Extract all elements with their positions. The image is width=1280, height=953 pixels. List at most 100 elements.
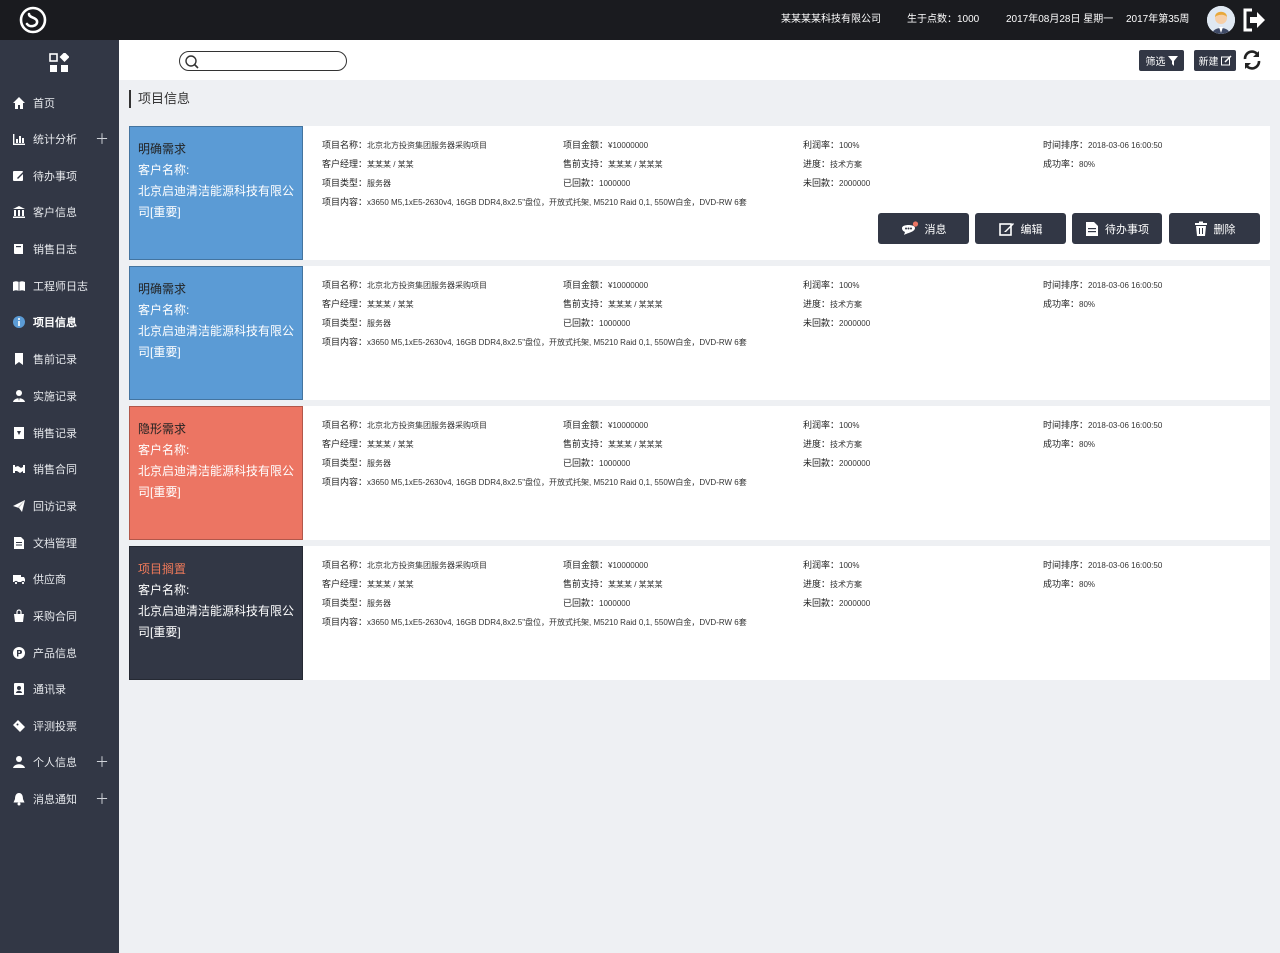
field-progress: 进度：技术方案: [803, 437, 862, 450]
sidebar-item-20[interactable]: 消息通知 ＋: [0, 784, 119, 814]
delete-button[interactable]: 删除: [1169, 213, 1260, 244]
project-card[interactable]: 明确需求 客户名称: 北京启迪清洁能源科技有限公司[重要] 项目名称：北京北方投资集团…: [129, 126, 1270, 260]
field-label: 时间排序：: [1043, 280, 1089, 290]
field-unreceived: 未回款：2000000: [803, 456, 870, 469]
customer-name: 北京启迪清洁能源科技有限公司[重要]: [138, 324, 295, 359]
field-value: 2000000: [839, 599, 871, 608]
field-value: 技术方案: [830, 580, 863, 589]
field-label: 项目内容：: [322, 617, 368, 627]
points-text: 生于点数：1000: [907, 14, 980, 25]
field-time: 时间排序：2018-03-06 16:00:50: [1043, 418, 1162, 431]
todo-button[interactable]: 待办事项: [1072, 213, 1162, 244]
sidebar-item-16[interactable]: 产品信息: [0, 638, 119, 668]
sidebar-item-11[interactable]: 销售合同: [0, 454, 119, 484]
project-card[interactable]: 隐形需求 客户名称: 北京启迪清洁能源科技有限公司[重要] 项目名称：北京北方投资集团…: [129, 406, 1270, 540]
refresh-icon[interactable]: [1241, 49, 1263, 71]
card-status-panel[interactable]: 明确需求 客户名称: 北京启迪清洁能源科技有限公司[重要]: [129, 126, 303, 260]
field-value: 1000000: [599, 319, 631, 328]
sidebar-item-3[interactable]: 待办事项: [0, 161, 119, 191]
field-value: ¥10000000: [608, 281, 649, 290]
filter-button[interactable]: 筛选: [1139, 50, 1184, 71]
card-status-panel[interactable]: 隐形需求 客户名称: 北京启迪清洁能源科技有限公司[重要]: [129, 406, 303, 540]
field-label: 客户经理：: [322, 299, 368, 309]
search-box[interactable]: [179, 51, 347, 71]
sidebar-item-label: 采购合同: [33, 611, 77, 623]
ticket-icon: [12, 719, 26, 733]
sidebar-item-12[interactable]: 回访记录: [0, 491, 119, 521]
download-doc-icon: [12, 426, 26, 440]
sidebar-item-label: 售前记录: [33, 354, 77, 366]
sidebar-item-5[interactable]: 销售日志: [0, 234, 119, 264]
logout-icon[interactable]: [1241, 7, 1267, 33]
file-icon: [12, 536, 26, 550]
sidebar-item-15[interactable]: 采购合同: [0, 601, 119, 631]
field-label: 项目内容：: [322, 197, 368, 207]
field-value: 2018-03-06 16:00:50: [1088, 421, 1163, 430]
field-support: 售前支持：某某某 / 某某某: [563, 297, 663, 310]
message-button-label: 消息: [924, 223, 947, 236]
sidebar-item-7[interactable]: 项目信息: [0, 307, 119, 337]
sidebar-item-label: 文档管理: [33, 538, 77, 550]
avatar[interactable]: [1207, 6, 1235, 34]
edit-button[interactable]: 编辑: [975, 213, 1066, 244]
project-card[interactable]: 项目搁置 客户名称: 北京启迪清洁能源科技有限公司[重要] 项目名称：北京北方投资集团…: [129, 546, 1270, 680]
user-tie-icon: [12, 389, 26, 403]
field-type: 项目类型：服务器: [322, 596, 391, 609]
sidebar-item-8[interactable]: 售前记录: [0, 344, 119, 374]
field-progress: 进度：技术方案: [803, 577, 862, 590]
field-value: 80%: [1079, 440, 1096, 449]
handshake-icon: [12, 462, 26, 476]
sidebar-item-6[interactable]: 工程师日志: [0, 271, 119, 301]
search-input[interactable]: [202, 54, 342, 68]
sidebar-item-19[interactable]: 个人信息 ＋: [0, 747, 119, 777]
expand-plus-icon[interactable]: ＋: [95, 129, 109, 149]
sidebar-item-13[interactable]: 文档管理: [0, 528, 119, 558]
field-label: 成功率：: [1043, 579, 1080, 589]
card-status-panel[interactable]: 明确需求 客户名称: 北京启迪清洁能源科技有限公司[重要]: [129, 266, 303, 400]
sidebar-item-14[interactable]: 供应商: [0, 564, 119, 594]
message-button[interactable]: 消息: [878, 213, 969, 244]
sidebar-item-label: 客户信息: [33, 207, 77, 219]
field-label: 未回款：: [803, 598, 840, 608]
sidebar-item-1[interactable]: 首页: [0, 88, 119, 118]
field-value: 2018-03-06 16:00:50: [1088, 561, 1163, 570]
field-manager: 客户经理：某某某 / 某某: [322, 297, 414, 310]
field-label: 利润率：: [803, 140, 840, 150]
sidebar-item-label: 供应商: [33, 574, 66, 586]
field-value: 2000000: [839, 319, 871, 328]
field-label: 项目类型：: [322, 458, 368, 468]
field-support: 售前支持：某某某 / 某某某: [563, 577, 663, 590]
sidebar-item-label: 产品信息: [33, 648, 77, 660]
expand-plus-icon[interactable]: ＋: [95, 752, 109, 772]
field-amount: 项目金额：¥10000000: [563, 418, 648, 431]
field-label: 成功率：: [1043, 439, 1080, 449]
bell-icon: [12, 792, 26, 806]
field-label: 进度：: [803, 439, 831, 449]
field-value: 某某某 / 某某某: [608, 300, 663, 309]
field-value: 100%: [839, 281, 860, 290]
field-label: 项目名称：: [322, 280, 368, 290]
field-success: 成功率：80%: [1043, 577, 1095, 590]
sidebar-item-9[interactable]: 实施记录: [0, 381, 119, 411]
field-name: 项目名称：北京北方投资集团服务器采购项目: [322, 558, 487, 571]
sidebar-item-17[interactable]: 通讯录: [0, 674, 119, 704]
sidebar-item-4[interactable]: 客户信息: [0, 197, 119, 227]
sidebar-item-2[interactable]: 统计分析 ＋: [0, 124, 119, 154]
sidebar-item-label: 实施记录: [33, 391, 77, 403]
customer-label: 客户名称:: [138, 443, 190, 457]
sidebar-item-10[interactable]: 销售记录: [0, 418, 119, 448]
expand-plus-icon[interactable]: ＋: [95, 789, 109, 809]
field-label: 未回款：: [803, 178, 840, 188]
field-received: 已回款：1000000: [563, 596, 630, 609]
project-card[interactable]: 明确需求 客户名称: 北京启迪清洁能源科技有限公司[重要] 项目名称：北京北方投资集团…: [129, 266, 1270, 400]
customer-name: 北京启迪清洁能源科技有限公司[重要]: [138, 604, 295, 639]
new-button[interactable]: 新建: [1194, 50, 1236, 71]
field-name: 项目名称：北京北方投资集团服务器采购项目: [322, 418, 487, 431]
apps-grid-icon[interactable]: [49, 53, 69, 73]
card-status-panel[interactable]: 项目搁置 客户名称: 北京启迪清洁能源科技有限公司[重要]: [129, 546, 303, 680]
sidebar-item-18[interactable]: 评测投票: [0, 711, 119, 741]
logo-icon[interactable]: [18, 6, 48, 34]
field-value: 北京北方投资集团服务器采购项目: [367, 141, 488, 150]
field-label: 项目类型：: [322, 598, 368, 608]
field-label: 项目金额：: [563, 420, 609, 430]
